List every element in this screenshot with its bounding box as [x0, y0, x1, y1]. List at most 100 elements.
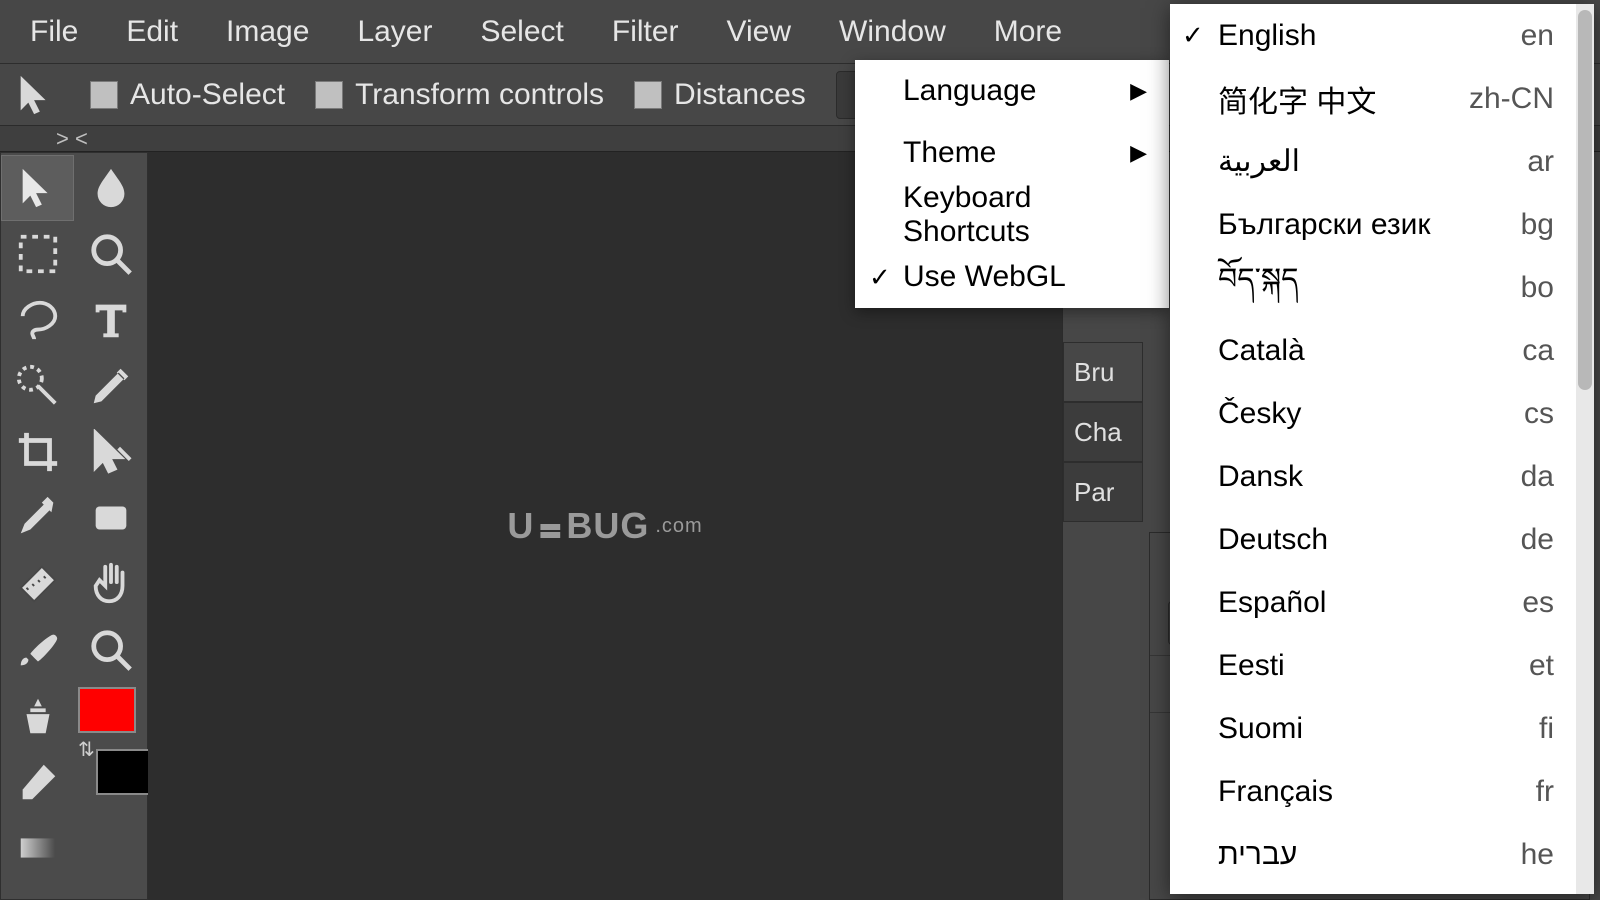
side-panel-tabs: Bru Cha Par	[1063, 342, 1143, 522]
language-item-ar[interactable]: العربيةar	[1170, 130, 1594, 193]
quick-select-tool[interactable]	[1, 353, 74, 419]
language-item-ca[interactable]: Català ca	[1170, 319, 1594, 382]
language-label: Česky	[1218, 397, 1301, 431]
watermark-icon	[540, 512, 560, 540]
auto-select-checkbox[interactable]	[90, 81, 118, 109]
language-item-he[interactable]: עבריתhe	[1170, 823, 1594, 886]
tab-brush[interactable]: Bru	[1063, 342, 1143, 402]
language-item-es[interactable]: Español es	[1170, 571, 1594, 634]
option-distances[interactable]: Distances	[634, 78, 806, 112]
more-keyboard-shortcuts-label: Keyboard Shortcuts	[903, 181, 1145, 249]
shape-tool[interactable]	[74, 485, 147, 551]
language-label: Deutsch	[1218, 523, 1328, 557]
more-use-webgl-item[interactable]: ✓ Use WebGL	[855, 246, 1169, 308]
eraser-tool[interactable]	[1, 749, 74, 815]
language-item-de[interactable]: Deutsch de	[1170, 508, 1594, 571]
blur-tool[interactable]	[74, 155, 147, 221]
language-scrollbar[interactable]	[1576, 4, 1594, 894]
menu-window[interactable]: Window	[815, 0, 970, 63]
watermark-prefix: U	[507, 505, 534, 547]
language-code: de	[1521, 523, 1554, 557]
eyedropper-tool[interactable]	[1, 485, 74, 551]
language-code: ca	[1522, 334, 1554, 368]
distances-label: Distances	[674, 78, 806, 112]
more-use-webgl-label: Use WebGL	[903, 260, 1066, 294]
language-item-en[interactable]: ✓ English en	[1170, 4, 1594, 67]
language-code: fi	[1539, 712, 1554, 746]
pen-tool[interactable]	[74, 353, 147, 419]
zoom-tool[interactable]	[74, 617, 147, 683]
current-tool-icon	[12, 71, 60, 119]
gradient-tool[interactable]	[1, 815, 74, 881]
text-tool[interactable]	[74, 287, 147, 353]
menu-filter[interactable]: Filter	[588, 0, 703, 63]
watermark-mid: BUG	[566, 505, 649, 547]
crop-tool[interactable]	[1, 419, 74, 485]
language-code: bo	[1521, 271, 1554, 305]
tab-character[interactable]: Cha	[1063, 402, 1143, 462]
menu-edit[interactable]: Edit	[102, 0, 202, 63]
watermark-suffix: .com	[655, 515, 702, 538]
language-label: العربية	[1218, 144, 1300, 179]
language-item-cs[interactable]: Česky cs	[1170, 382, 1594, 445]
submenu-arrow-icon: ▶	[1130, 78, 1147, 104]
menu-view[interactable]: View	[703, 0, 815, 63]
brush-tool[interactable]	[1, 617, 74, 683]
language-item-zh-CN[interactable]: 简化字 中文 zh-CN	[1170, 67, 1594, 130]
language-code: bg	[1521, 208, 1554, 242]
path-select-tool[interactable]	[74, 419, 147, 485]
canvas-watermark: U BUG .com	[507, 505, 702, 547]
language-label: བོད་སྐད	[1218, 246, 1299, 330]
tab-paragraph[interactable]: Par	[1063, 462, 1143, 522]
marquee-select-tool[interactable]	[1, 221, 74, 287]
transform-controls-label: Transform controls	[355, 78, 604, 112]
more-theme-item[interactable]: Theme ▶	[855, 122, 1169, 184]
hand-tool[interactable]	[74, 551, 147, 617]
language-item-et[interactable]: Eestiet	[1170, 634, 1594, 697]
check-icon: ✓	[1182, 20, 1204, 51]
more-keyboard-shortcuts-item[interactable]: Keyboard Shortcuts	[855, 184, 1169, 246]
foreground-color-swatch[interactable]	[78, 687, 136, 733]
language-item-fi[interactable]: Suomi fi	[1170, 697, 1594, 760]
clone-stamp-tool[interactable]	[1, 683, 74, 749]
language-code: zh-CN	[1469, 82, 1554, 116]
menu-file[interactable]: File	[6, 0, 102, 63]
transform-controls-checkbox[interactable]	[315, 81, 343, 109]
language-item-da[interactable]: Dansk da	[1170, 445, 1594, 508]
magnify-tool[interactable]	[74, 221, 147, 287]
menu-image[interactable]: Image	[202, 0, 333, 63]
auto-select-label: Auto-Select	[130, 78, 285, 112]
menu-more[interactable]: More	[970, 0, 1086, 63]
background-color-swatch[interactable]	[96, 749, 154, 795]
document-tab-placeholder: > <	[56, 126, 88, 152]
more-theme-label: Theme	[903, 136, 996, 170]
language-code: en	[1521, 19, 1554, 53]
language-code: fr	[1536, 775, 1554, 809]
language-item-bo[interactable]: བོད་སྐདbo	[1170, 256, 1594, 319]
option-auto-select[interactable]: Auto-Select	[90, 78, 285, 112]
menu-select[interactable]: Select	[456, 0, 587, 63]
language-label: עברית	[1218, 838, 1297, 872]
lasso-tool[interactable]	[1, 287, 74, 353]
language-item-fr[interactable]: Françaisfr	[1170, 760, 1594, 823]
language-scrollbar-thumb[interactable]	[1578, 10, 1592, 390]
language-label: Dansk	[1218, 460, 1303, 494]
toolbox: ⇅ D	[0, 152, 148, 900]
language-label: Español	[1218, 586, 1326, 620]
measure-tool[interactable]	[1, 551, 74, 617]
more-language-item[interactable]: Language ▶	[855, 60, 1169, 122]
option-transform-controls[interactable]: Transform controls	[315, 78, 604, 112]
language-code: es	[1522, 586, 1554, 620]
language-code: cs	[1524, 397, 1554, 431]
language-label: Català	[1218, 334, 1305, 368]
distances-checkbox[interactable]	[634, 81, 662, 109]
menu-layer[interactable]: Layer	[333, 0, 456, 63]
language-label: 简化字 中文	[1218, 77, 1376, 121]
language-code: da	[1521, 460, 1554, 494]
language-label: Suomi	[1218, 712, 1303, 746]
language-label: English	[1218, 19, 1316, 53]
language-submenu: ✓Englishen简化字 中文zh-CNالعربيةarБългарски …	[1170, 4, 1594, 894]
submenu-arrow-icon: ▶	[1130, 140, 1147, 166]
more-dropdown: Language ▶ Theme ▶ Keyboard Shortcuts ✓ …	[855, 60, 1169, 308]
move-tool[interactable]	[1, 155, 74, 221]
